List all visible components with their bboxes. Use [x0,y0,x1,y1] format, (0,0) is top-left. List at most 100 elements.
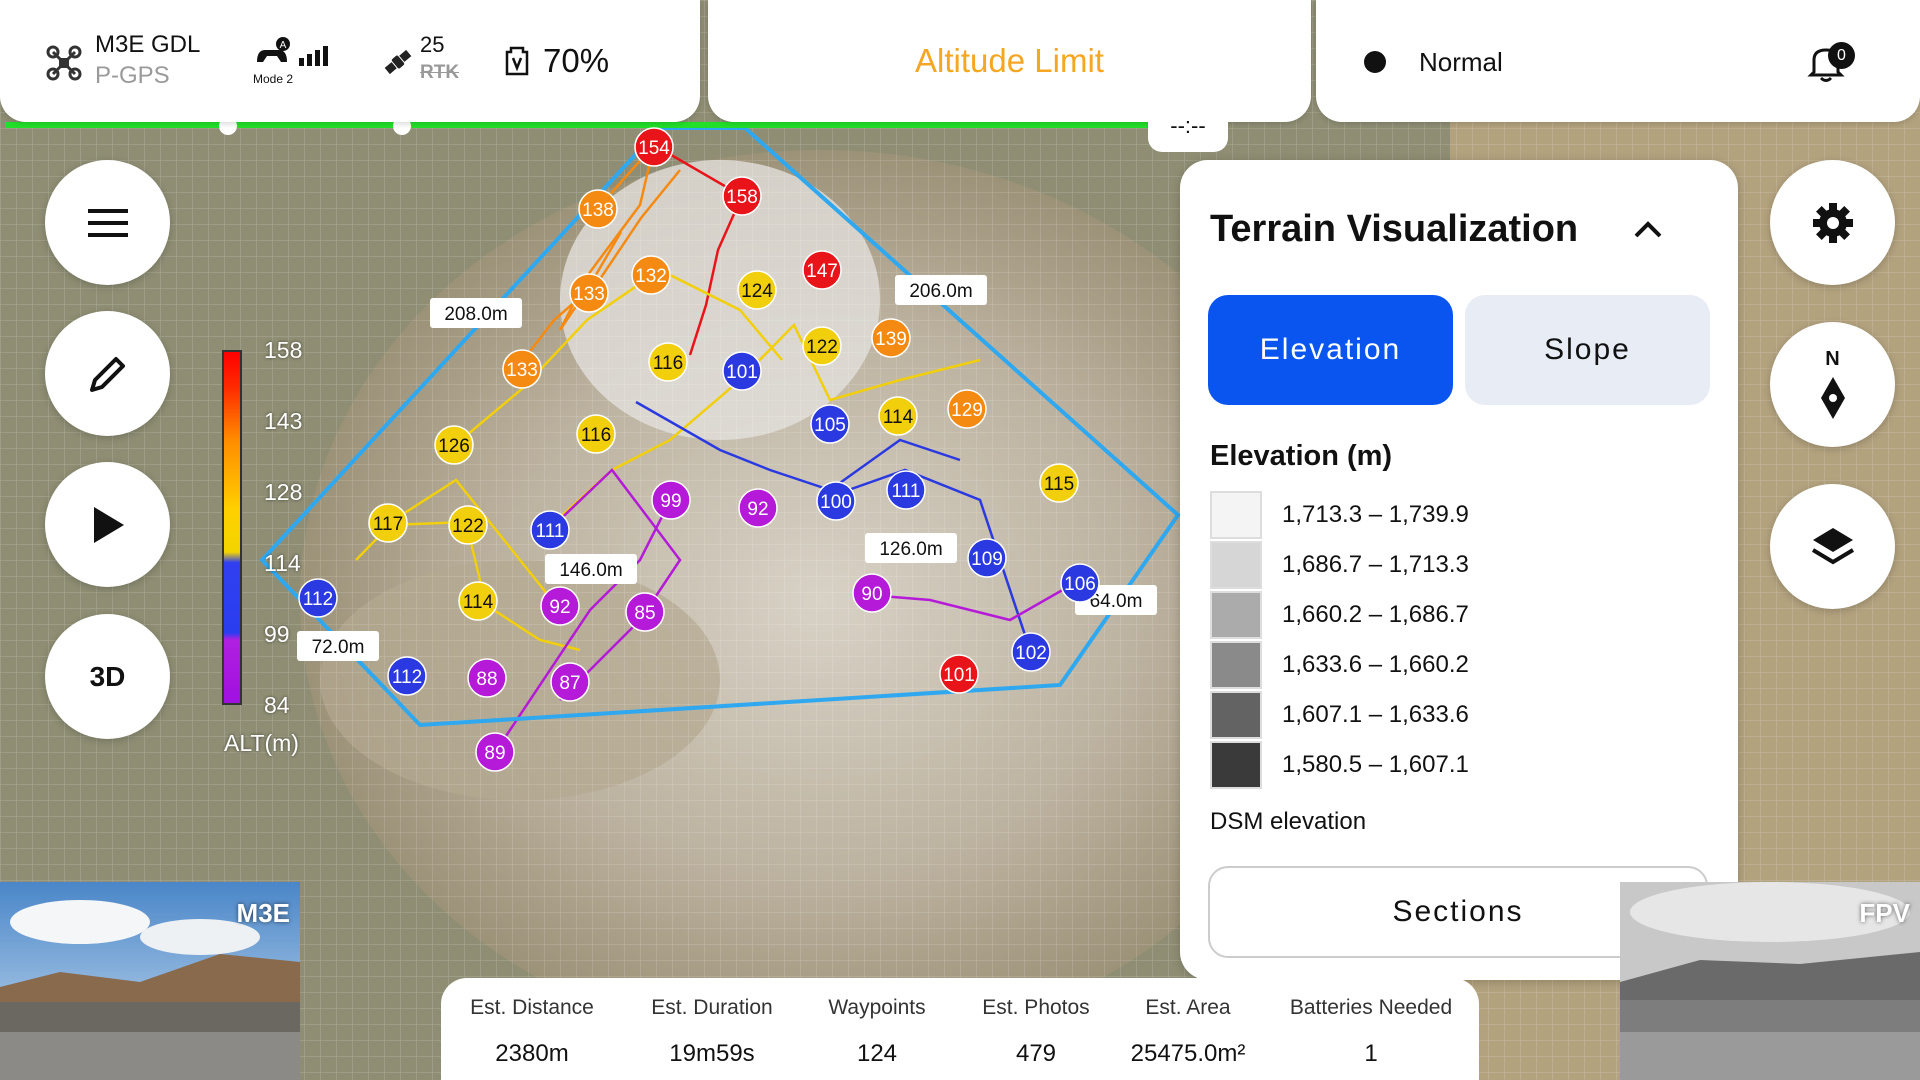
gps-mode: P-GPS [95,62,170,89]
stat-label: Est. Duration [651,996,773,1019]
stat-value: 19m59s [669,1040,755,1067]
stat-label: Batteries Needed [1289,996,1453,1019]
waypoint-marker[interactable]: 122 [448,505,488,545]
waypoint-marker[interactable]: 116 [576,414,616,454]
waypoint-marker[interactable]: 99 [651,480,691,520]
waypoint-marker[interactable]: 116 [648,342,688,382]
distance-label: 206.0m [909,281,972,302]
system-status-panel[interactable]: Normal 0 [1316,0,1920,122]
rtk-label: RTK [420,62,460,83]
waypoint-marker[interactable]: 102 [1011,632,1051,672]
legend-item: 1,580.5 – 1,607.1 [1210,740,1469,790]
waypoint-altitude-label: 126 [438,436,470,457]
waypoint-altitude-label: 122 [452,516,484,537]
waypoint-marker[interactable]: 139 [871,318,911,358]
battery-status[interactable]: 70% [505,42,609,80]
rc-signal[interactable]: A Mode 2 [253,36,343,86]
notification-badge: 0 [1828,42,1855,69]
legend-range: 1,607.1 – 1,633.6 [1282,701,1469,728]
waypoint-altitude-label: 114 [463,592,494,613]
waypoint-marker[interactable]: 133 [502,349,542,389]
controller-signal-icon: A [257,37,328,66]
waypoint-marker[interactable]: 115 [1039,463,1079,503]
rc-mode-label: Mode 2 [253,72,294,86]
legend-item: 1,633.6 – 1,660.2 [1210,640,1469,690]
main-camera-feed[interactable]: M3E [0,882,300,1080]
legend-item: 1,660.2 – 1,686.7 [1210,590,1469,640]
distance-label: 126.0m [879,539,942,560]
altitude-tick: 158 [264,337,303,363]
svg-text:A: A [280,40,287,51]
waypoint-marker[interactable]: 90 [852,573,892,613]
mission-stats-bar: Est. Distance 2380m Est. Duration 19m59s… [441,978,1479,1080]
waypoint-marker[interactable]: 114 [458,581,498,621]
waypoint-marker[interactable]: 154 [634,127,674,167]
waypoint-marker[interactable]: 112 [387,656,427,696]
waypoint-marker[interactable]: 126 [434,425,474,465]
stat-label: Waypoints [828,996,926,1019]
legend-swatch [1210,491,1262,539]
waypoint-marker[interactable]: 111 [886,470,926,510]
waypoint-marker[interactable]: 92 [738,488,778,528]
waypoint-marker[interactable]: 129 [947,389,987,429]
waypoint-marker[interactable]: 85 [625,592,665,632]
waypoint-marker[interactable]: 109 [967,538,1007,578]
waypoint-marker[interactable]: 132 [631,255,671,295]
waypoint-marker[interactable]: 124 [737,270,777,310]
waypoint-marker[interactable]: 101 [722,351,762,391]
waypoint-marker[interactable]: 87 [550,662,590,702]
waypoint-altitude-label: 115 [1044,474,1074,495]
distance-label: 208.0m [444,304,507,325]
compass-button[interactable]: N [1770,322,1895,447]
waypoint-marker[interactable]: 100 [816,481,856,521]
waypoint-altitude-label: 92 [549,597,570,618]
waypoint-marker[interactable]: 111 [530,510,570,550]
waypoint-altitude-label: 158 [726,187,758,208]
waypoint-marker[interactable]: 106 [1060,563,1100,603]
legend-swatch [1210,691,1262,739]
legend-range: 1,580.5 – 1,607.1 [1282,751,1469,778]
waypoint-marker[interactable]: 158 [722,176,762,216]
waypoint-altitude-label: 89 [484,743,505,764]
legend-swatch [1210,641,1262,689]
waypoint-marker[interactable]: 88 [467,658,507,698]
waypoint-altitude-label: 109 [971,549,1003,570]
tab-slope[interactable]: Slope [1465,295,1710,405]
3d-view-button[interactable]: 3D [45,614,170,739]
waypoint-marker[interactable]: 92 [540,586,580,626]
waypoint-marker[interactable]: 122 [802,326,842,366]
waypoint-altitude-label: 101 [943,665,975,686]
stat-est-distance: Est. Distance 2380m [457,996,607,1068]
waypoint-marker[interactable]: 89 [475,732,515,772]
warning-panel[interactable]: Altitude Limit [708,0,1311,122]
menu-button[interactable] [45,160,170,285]
stat-waypoints: Waypoints 124 [802,996,952,1068]
settings-button[interactable] [1770,160,1895,285]
waypoint-altitude-label: 116 [581,425,611,446]
distance-label: 64.0m [1090,591,1143,612]
waypoint-altitude-label: 92 [747,499,768,520]
waypoint-altitude-label: 105 [814,415,846,436]
fpv-camera-feed[interactable]: FPV [1620,882,1920,1080]
waypoint-marker[interactable]: 105 [810,404,850,444]
panel-title: Terrain Visualization [1210,208,1579,250]
tab-elevation[interactable]: Elevation [1208,295,1453,405]
stat-value: 2380m [495,1040,569,1067]
waypoint-altitude-label: 102 [1015,643,1047,664]
waypoint-marker[interactable]: 114 [878,396,918,436]
waypoint-marker[interactable]: 117 [368,503,408,543]
edit-button[interactable] [45,311,170,436]
map-layers-button[interactable] [1770,484,1895,609]
legend-range: 1,660.2 – 1,686.7 [1282,601,1469,628]
drone-info[interactable]: M3E GDL P-GPS [45,30,200,92]
waypoint-altitude-label: 132 [635,266,667,287]
waypoint-marker[interactable]: 147 [802,250,842,290]
waypoint-altitude-label: 99 [660,491,681,512]
waypoint-altitude-label: 101 [726,362,758,383]
chevron-up-icon[interactable] [1630,212,1666,248]
stat-est-photos: Est. Photos 479 [961,996,1111,1068]
waypoint-marker[interactable]: 138 [578,189,618,229]
waypoint-marker[interactable]: 133 [569,273,609,313]
waypoint-marker[interactable]: 101 [939,654,979,694]
start-mission-button[interactable] [45,462,170,587]
